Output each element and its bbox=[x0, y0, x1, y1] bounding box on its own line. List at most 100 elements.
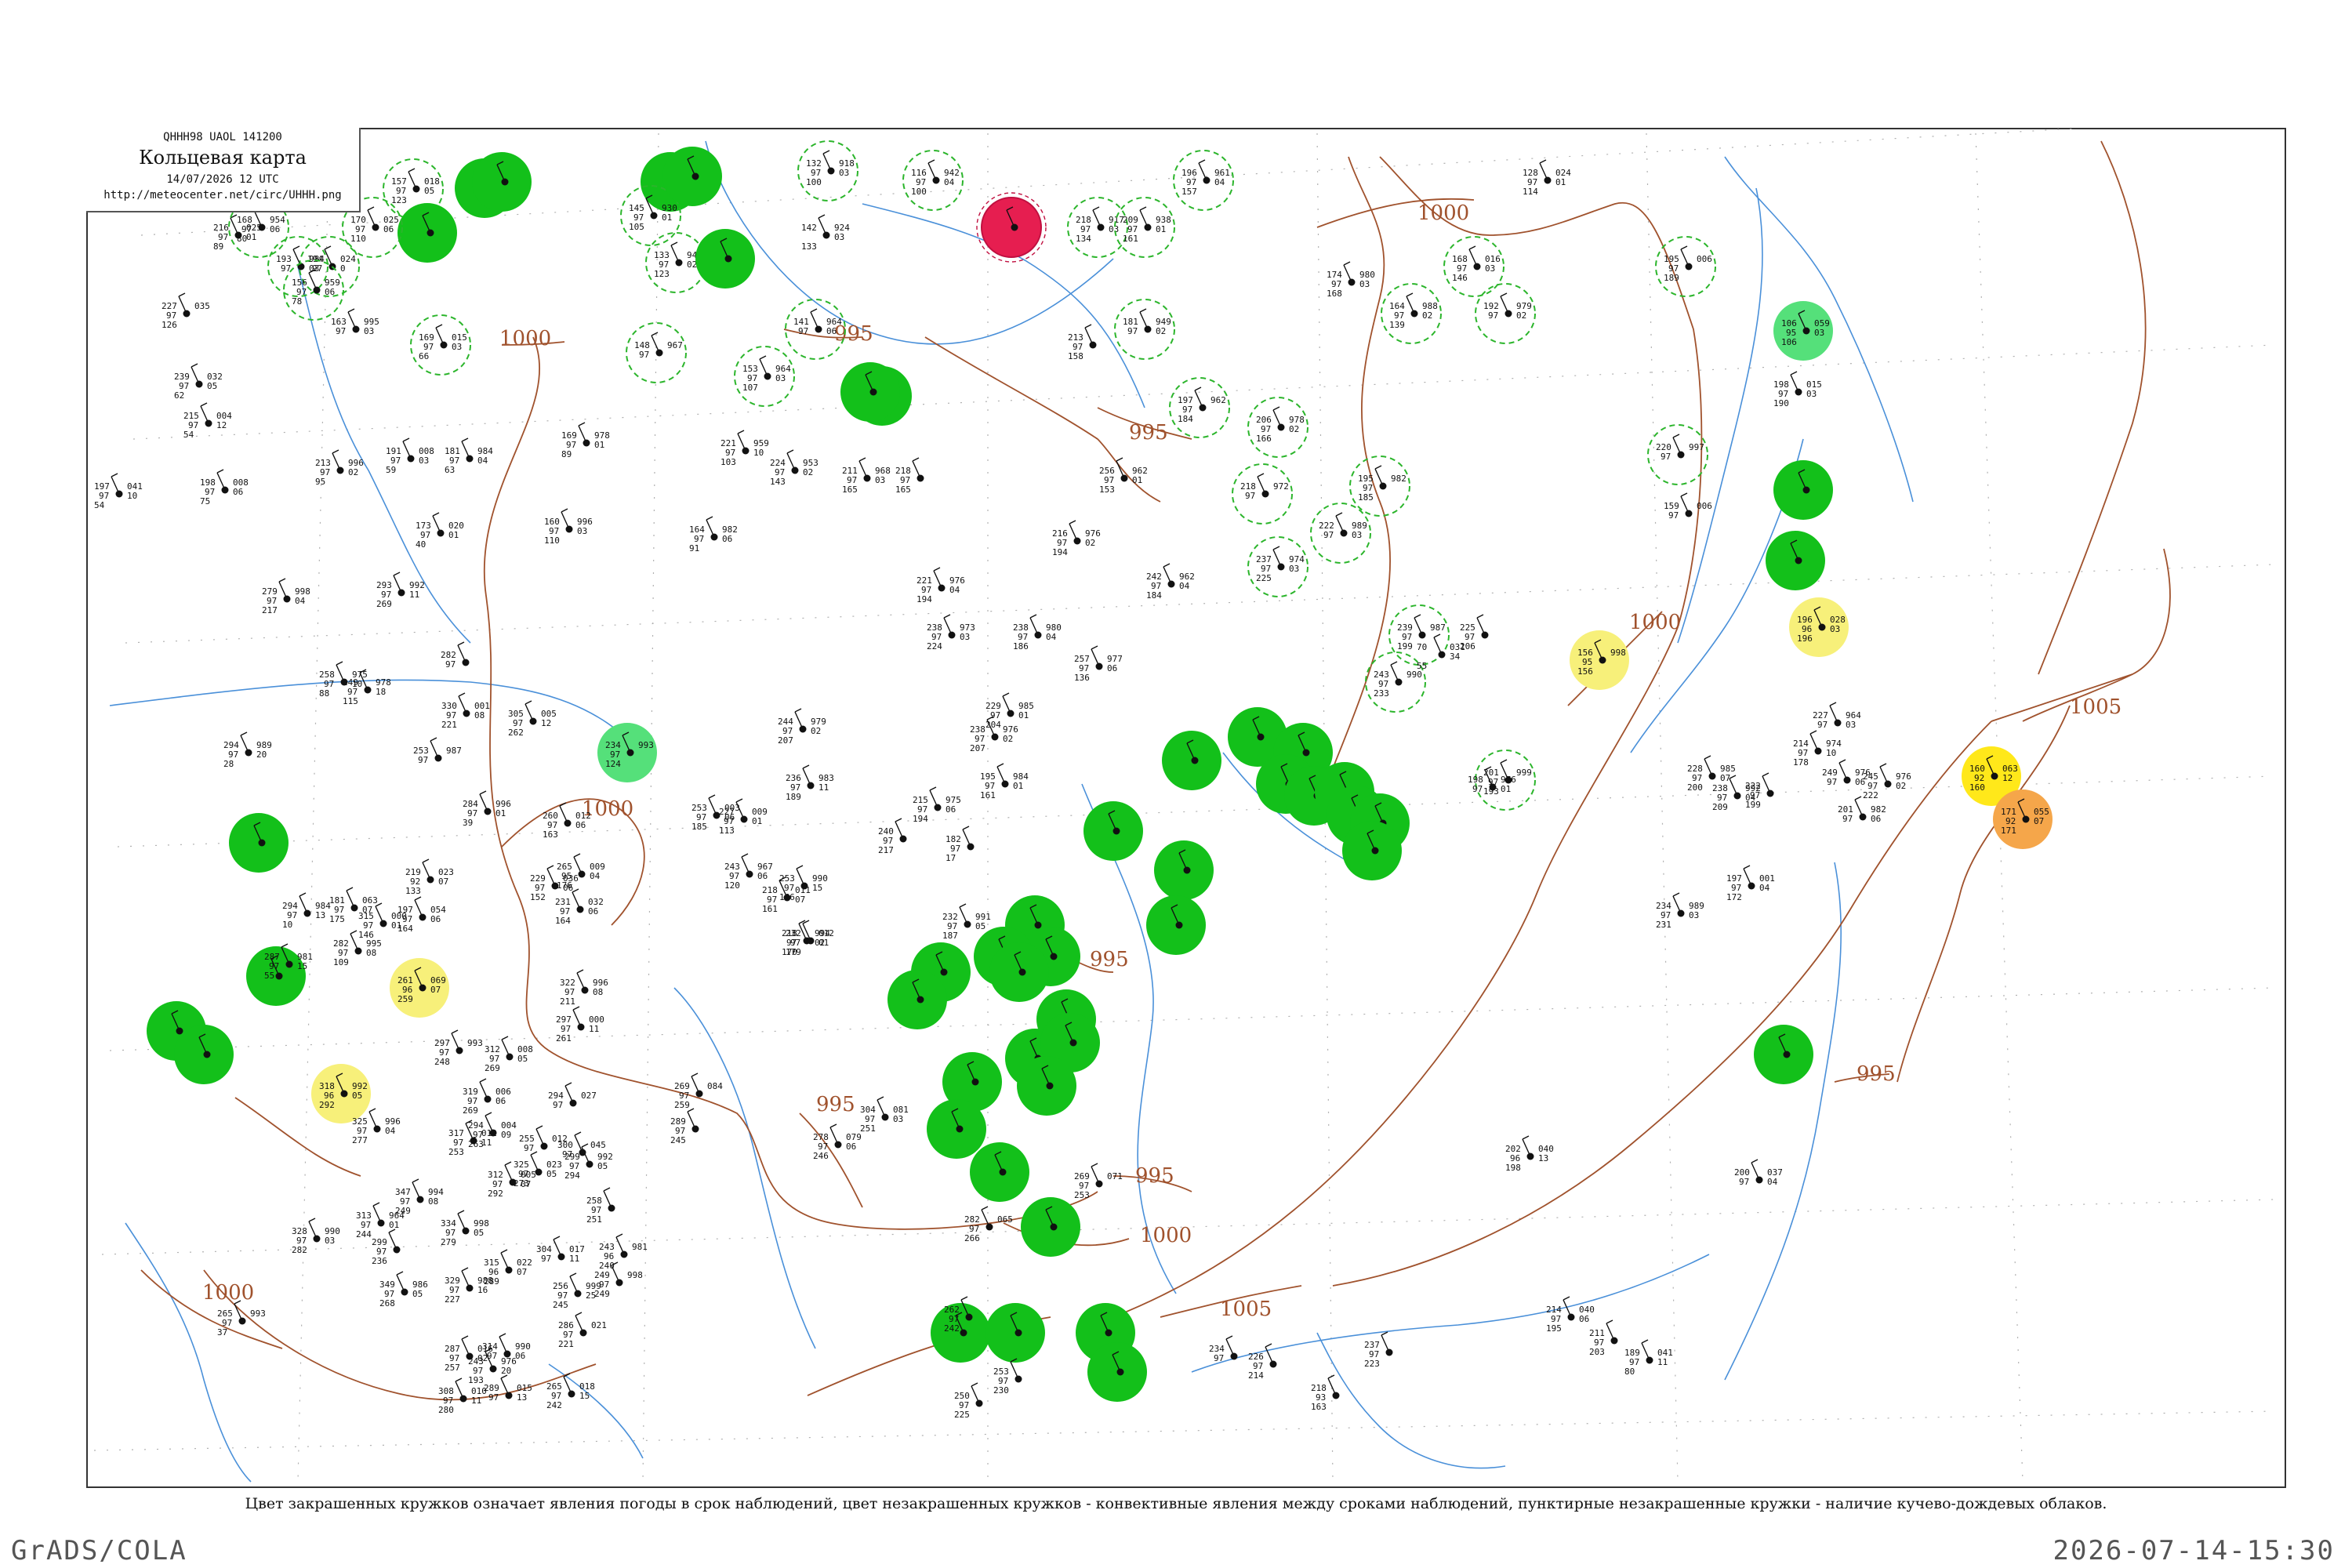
weather-station[interactable]: 25397987 bbox=[413, 737, 462, 765]
weather-station[interactable]: 2349723198903 bbox=[1656, 892, 1704, 930]
weather-station[interactable] bbox=[472, 152, 532, 212]
weather-station[interactable]: 22797126035 bbox=[162, 292, 210, 330]
weather-station[interactable]: 22097997 bbox=[1647, 424, 1708, 485]
weather-station[interactable]: 1719217105507 bbox=[1993, 789, 2053, 849]
weather-station[interactable]: 25897251 bbox=[586, 1187, 615, 1225]
weather-station[interactable]: 1649713998802 bbox=[1381, 283, 1442, 344]
weather-station[interactable]: 1639799503 bbox=[331, 308, 379, 336]
weather-station[interactable]: 1289711402401 bbox=[1523, 159, 1571, 197]
weather-station[interactable] bbox=[1146, 895, 1206, 955]
weather-station[interactable]: 2389722497303 bbox=[927, 614, 975, 652]
weather-station[interactable] bbox=[1087, 1342, 1147, 1402]
weather-station[interactable]: 2009703704 bbox=[1734, 1159, 1783, 1187]
weather-station[interactable]: 1959716198401 bbox=[980, 763, 1029, 800]
weather-station[interactable]: 23797223 bbox=[1364, 1331, 1393, 1369]
weather-station[interactable]: 28297266065 bbox=[964, 1206, 1013, 1243]
weather-station[interactable]: 2289720098507 bbox=[1687, 755, 1736, 793]
weather-station[interactable]: 284973999601 bbox=[463, 790, 511, 828]
weather-station[interactable] bbox=[970, 1142, 1029, 1202]
weather-station[interactable]: 2799721799804 bbox=[262, 578, 310, 615]
weather-station[interactable]: 21197203 bbox=[1589, 1319, 1618, 1357]
weather-station[interactable] bbox=[397, 203, 457, 263]
weather-station[interactable]: 3059726200512 bbox=[508, 700, 557, 738]
weather-station[interactable] bbox=[1154, 840, 1214, 900]
weather-station[interactable]: 2199213302307 bbox=[405, 858, 454, 896]
weather-station[interactable]: 1979717200104 bbox=[1726, 865, 1775, 902]
weather-station[interactable]: 15997006 bbox=[1664, 492, 1712, 521]
weather-station[interactable]: 1929797902 bbox=[1475, 283, 1536, 344]
weather-station[interactable] bbox=[229, 813, 289, 873]
source-url[interactable]: http://meteocenter.net/circ/UHHH.png bbox=[86, 189, 359, 201]
weather-station[interactable]: 181976398404 bbox=[445, 437, 493, 475]
weather-station[interactable] bbox=[1083, 801, 1143, 861]
weather-station[interactable]: 2189713491703 bbox=[1067, 197, 1128, 258]
weather-station[interactable]: 1969715796104 bbox=[1173, 150, 1234, 211]
weather-station[interactable]: 14213392403 bbox=[801, 214, 850, 252]
weather-station[interactable]: 1749716898003 bbox=[1327, 261, 1375, 299]
weather-station[interactable]: 1829717 bbox=[946, 826, 975, 863]
weather-station[interactable] bbox=[1162, 731, 1221, 790]
weather-station[interactable] bbox=[662, 147, 722, 206]
weather-station[interactable]: 24097217 bbox=[878, 818, 907, 855]
weather-station[interactable]: 19597185982 bbox=[1349, 456, 1410, 517]
weather-station[interactable]: 1539710796403 bbox=[734, 346, 795, 407]
weather-station[interactable] bbox=[989, 942, 1049, 1002]
weather-station[interactable]: 1329710091803 bbox=[797, 140, 858, 201]
weather-station[interactable]: 2099716193801 bbox=[1114, 197, 1175, 258]
weather-station[interactable]: 3199726900606 bbox=[463, 1078, 511, 1116]
weather-station[interactable]: 215975400412 bbox=[183, 402, 232, 440]
weather-station[interactable]: 28297 bbox=[441, 641, 470, 670]
weather-station[interactable] bbox=[695, 229, 755, 289]
weather-station[interactable] bbox=[1342, 821, 1402, 880]
weather-station[interactable]: 1069510605903 bbox=[1773, 301, 1833, 361]
weather-station[interactable]: 197975404110 bbox=[94, 473, 143, 510]
weather-station[interactable]: 23497124993 bbox=[597, 723, 657, 782]
weather-station[interactable]: 29797248993 bbox=[434, 1029, 483, 1067]
weather-station[interactable] bbox=[1017, 1056, 1076, 1116]
weather-station[interactable] bbox=[1766, 531, 1825, 590]
weather-station[interactable]: 191975900803 bbox=[386, 437, 434, 475]
weather-station[interactable]: 2069716697802 bbox=[1247, 397, 1308, 458]
weather-station[interactable] bbox=[976, 192, 1047, 263]
weather-station[interactable]: 294971098413 bbox=[282, 892, 331, 930]
weather-station[interactable]: 25097225 bbox=[954, 1382, 983, 1420]
weather-station[interactable]: 2979726100011 bbox=[556, 1006, 604, 1044]
weather-station[interactable]: 2159719497506 bbox=[913, 786, 961, 824]
weather-station[interactable]: 173974002001 bbox=[416, 512, 464, 550]
weather-station[interactable] bbox=[174, 1025, 234, 1084]
weather-station[interactable]: 239976203205 bbox=[174, 363, 223, 401]
weather-station[interactable]: 1819794902 bbox=[1114, 299, 1175, 360]
weather-station[interactable]: 14897967 bbox=[626, 322, 687, 383]
weather-station[interactable] bbox=[927, 1099, 986, 1159]
weather-station[interactable]: 2829710999508 bbox=[333, 930, 382, 967]
weather-station[interactable]: 1989719001503 bbox=[1773, 371, 1822, 408]
weather-station[interactable]: 3499726898605 bbox=[379, 1271, 428, 1308]
weather-station[interactable]: 169976601503 bbox=[410, 314, 471, 376]
weather-station[interactable]: 25397230 bbox=[993, 1358, 1022, 1396]
weather-station[interactable]: 2229798903 bbox=[1310, 503, 1371, 564]
weather-station[interactable]: 1609711099603 bbox=[544, 508, 593, 546]
weather-station[interactable]: 2499797606 bbox=[1822, 759, 1871, 787]
weather-station[interactable]: 3189629299205 bbox=[311, 1064, 371, 1123]
weather-station[interactable]: 28697221021 bbox=[558, 1312, 607, 1349]
weather-station[interactable]: 3259727302305 bbox=[514, 1151, 562, 1189]
weather-station[interactable]: 2219719497604 bbox=[916, 567, 965, 604]
weather-station[interactable]: 2379722597403 bbox=[1247, 536, 1308, 597]
weather-station[interactable]: 21897972 bbox=[1232, 463, 1293, 524]
weather-station[interactable]: 3479724999408 bbox=[395, 1178, 444, 1216]
weather-station[interactable]: 2279796403 bbox=[1813, 702, 1861, 730]
weather-station[interactable]: 294972898920 bbox=[223, 731, 272, 769]
weather-station[interactable]: 2899701513 bbox=[484, 1374, 532, 1403]
weather-station[interactable]: 2789724607906 bbox=[813, 1123, 862, 1161]
weather-station[interactable]: 2939726999211 bbox=[376, 572, 425, 609]
weather-station[interactable]: 29997236 bbox=[372, 1229, 401, 1266]
weather-station[interactable] bbox=[1773, 460, 1833, 520]
weather-station[interactable]: 24396240981 bbox=[599, 1233, 648, 1271]
weather-station[interactable]: 26997253071 bbox=[1074, 1163, 1123, 1200]
weather-station[interactable]: 29497027 bbox=[548, 1082, 597, 1110]
weather-station[interactable]: 1169710094204 bbox=[902, 150, 964, 211]
weather-station[interactable] bbox=[840, 362, 900, 422]
weather-station[interactable]: 2389718698004 bbox=[1013, 614, 1062, 652]
weather-station[interactable]: 3159628902207 bbox=[484, 1249, 532, 1287]
weather-station[interactable]: 2019798206 bbox=[1838, 796, 1886, 824]
